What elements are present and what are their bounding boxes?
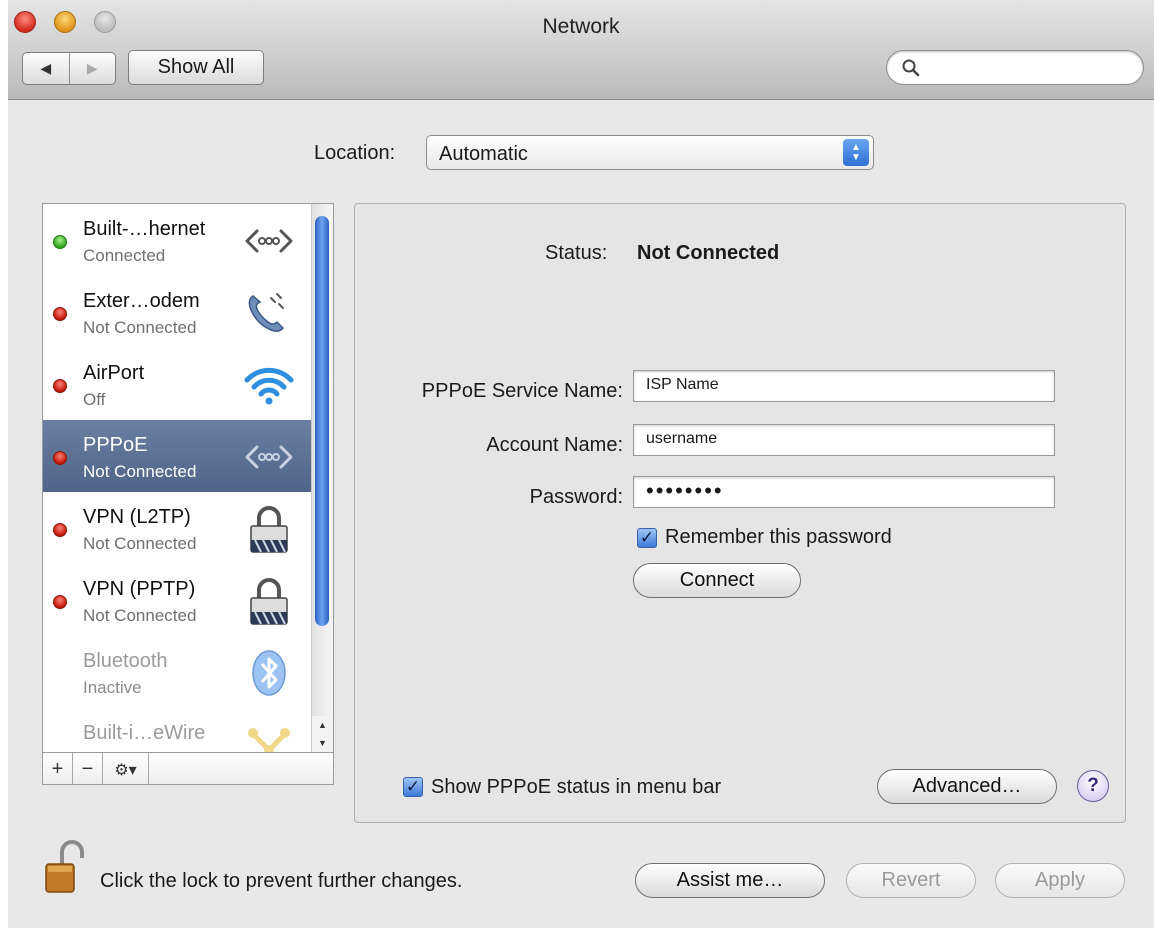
service-list-toolbar: + − ⚙▾ (43, 752, 333, 784)
forward-arrow-icon[interactable]: ▶ (70, 53, 116, 84)
location-label: Location: (314, 142, 396, 164)
service-name: VPN (PPTP) (83, 578, 196, 600)
service-status: Not Connected (83, 606, 197, 625)
advanced-button[interactable]: Advanced… (877, 769, 1057, 804)
service-item[interactable]: VPN (L2TP) Not Connected (43, 492, 311, 564)
location-popup[interactable]: Automatic ▲ ▼ (426, 135, 874, 170)
network-preferences-window: Network ◀ ▶ Show All Location: Automatic… (8, 0, 1154, 928)
password-label: Password: (529, 486, 623, 508)
service-status: Not Connected (83, 534, 197, 553)
window-title: Network (542, 15, 620, 38)
service-list: Built-…hernet Connected Exter…odem Not Conn… (42, 203, 334, 785)
remember-password-label: Remember this password (665, 526, 892, 548)
service-item[interactable]: VPN (PPTP) Not Connected (43, 564, 311, 636)
show-status-menubar-label: Show PPPoE status in menu bar (431, 776, 722, 798)
vpn-lock-icon (241, 504, 297, 554)
service-status: Not Connected (83, 318, 197, 337)
assist-me-button[interactable]: Assist me… (635, 863, 825, 898)
ethernet-icon (241, 216, 297, 266)
service-name: Bluetooth (83, 650, 168, 672)
back-arrow-icon[interactable]: ◀ (23, 53, 70, 84)
scrollbar-thumb[interactable] (315, 216, 329, 626)
scroll-down-button[interactable]: ▼ (311, 734, 333, 752)
help-button[interactable]: ? (1077, 770, 1109, 802)
search-icon (901, 58, 921, 83)
ethernet-icon (241, 432, 297, 482)
popup-arrows-icon: ▲ ▼ (843, 139, 869, 166)
status-indicator-green (53, 235, 67, 249)
apply-button[interactable]: Apply (995, 863, 1125, 898)
revert-button[interactable]: Revert (846, 863, 976, 898)
show-status-menubar-checkbox[interactable]: ✓ (403, 777, 423, 797)
location-value: Automatic (439, 143, 528, 165)
status-indicator-red (53, 451, 67, 465)
status-indicator-red (53, 523, 67, 537)
service-item[interactable]: PPPoE Not Connected (43, 420, 311, 492)
status-indicator-red (53, 379, 67, 393)
bluetooth-icon (241, 648, 297, 698)
service-item[interactable]: Bluetooth Inactive (43, 636, 311, 708)
service-item[interactable]: Built-…hernet Connected (43, 204, 311, 276)
service-name: Built-i…eWire (83, 722, 206, 744)
lock-message: Click the lock to prevent further change… (100, 870, 463, 892)
add-service-button[interactable]: + (43, 753, 73, 784)
service-name: PPPoE (83, 434, 148, 456)
status-value: Not Connected (637, 242, 780, 264)
search-input[interactable] (886, 50, 1144, 85)
password-field[interactable]: •••••••• (633, 476, 1055, 508)
service-name: AirPort (83, 362, 145, 384)
pppoe-service-name-label: PPPoE Service Name: (421, 380, 623, 402)
service-status: Off (83, 390, 106, 409)
remove-service-button[interactable]: − (73, 753, 103, 784)
gear-menu-icon[interactable]: ⚙▾ (103, 753, 149, 784)
status-indicator-red (53, 307, 67, 321)
connect-button[interactable]: Connect (633, 563, 801, 598)
service-name: Built-…hernet (83, 218, 206, 240)
service-name: VPN (L2TP) (83, 506, 191, 528)
back-forward-control: ◀ ▶ (22, 52, 116, 85)
service-item[interactable]: AirPort Off (43, 348, 311, 420)
status-label: Status: (545, 242, 608, 264)
status-indicator-red (53, 595, 67, 609)
show-all-button[interactable]: Show All (128, 50, 264, 85)
vpn-lock-icon (241, 576, 297, 626)
account-name-field[interactable]: username (633, 424, 1055, 456)
pppoe-service-name-field[interactable]: ISP Name (633, 370, 1055, 402)
remember-password-checkbox[interactable]: ✓ (637, 528, 657, 548)
service-status: Inactive (83, 678, 142, 697)
service-item[interactable]: Exter…odem Not Connected (43, 276, 311, 348)
scroll-up-button[interactable]: ▲ (311, 716, 333, 734)
wifi-icon (241, 360, 297, 410)
service-name: Exter…odem (83, 290, 200, 312)
service-status: Connected (83, 246, 166, 265)
account-name-label: Account Name: (486, 434, 623, 456)
lock-icon[interactable] (42, 838, 92, 903)
modem-phone-icon (241, 288, 297, 338)
service-status: Not Connected (83, 462, 197, 481)
title-toolbar: Network ◀ ▶ Show All (8, 0, 1154, 100)
service-detail-panel: Status: Not Connected PPPoE Service Name… (354, 203, 1126, 823)
